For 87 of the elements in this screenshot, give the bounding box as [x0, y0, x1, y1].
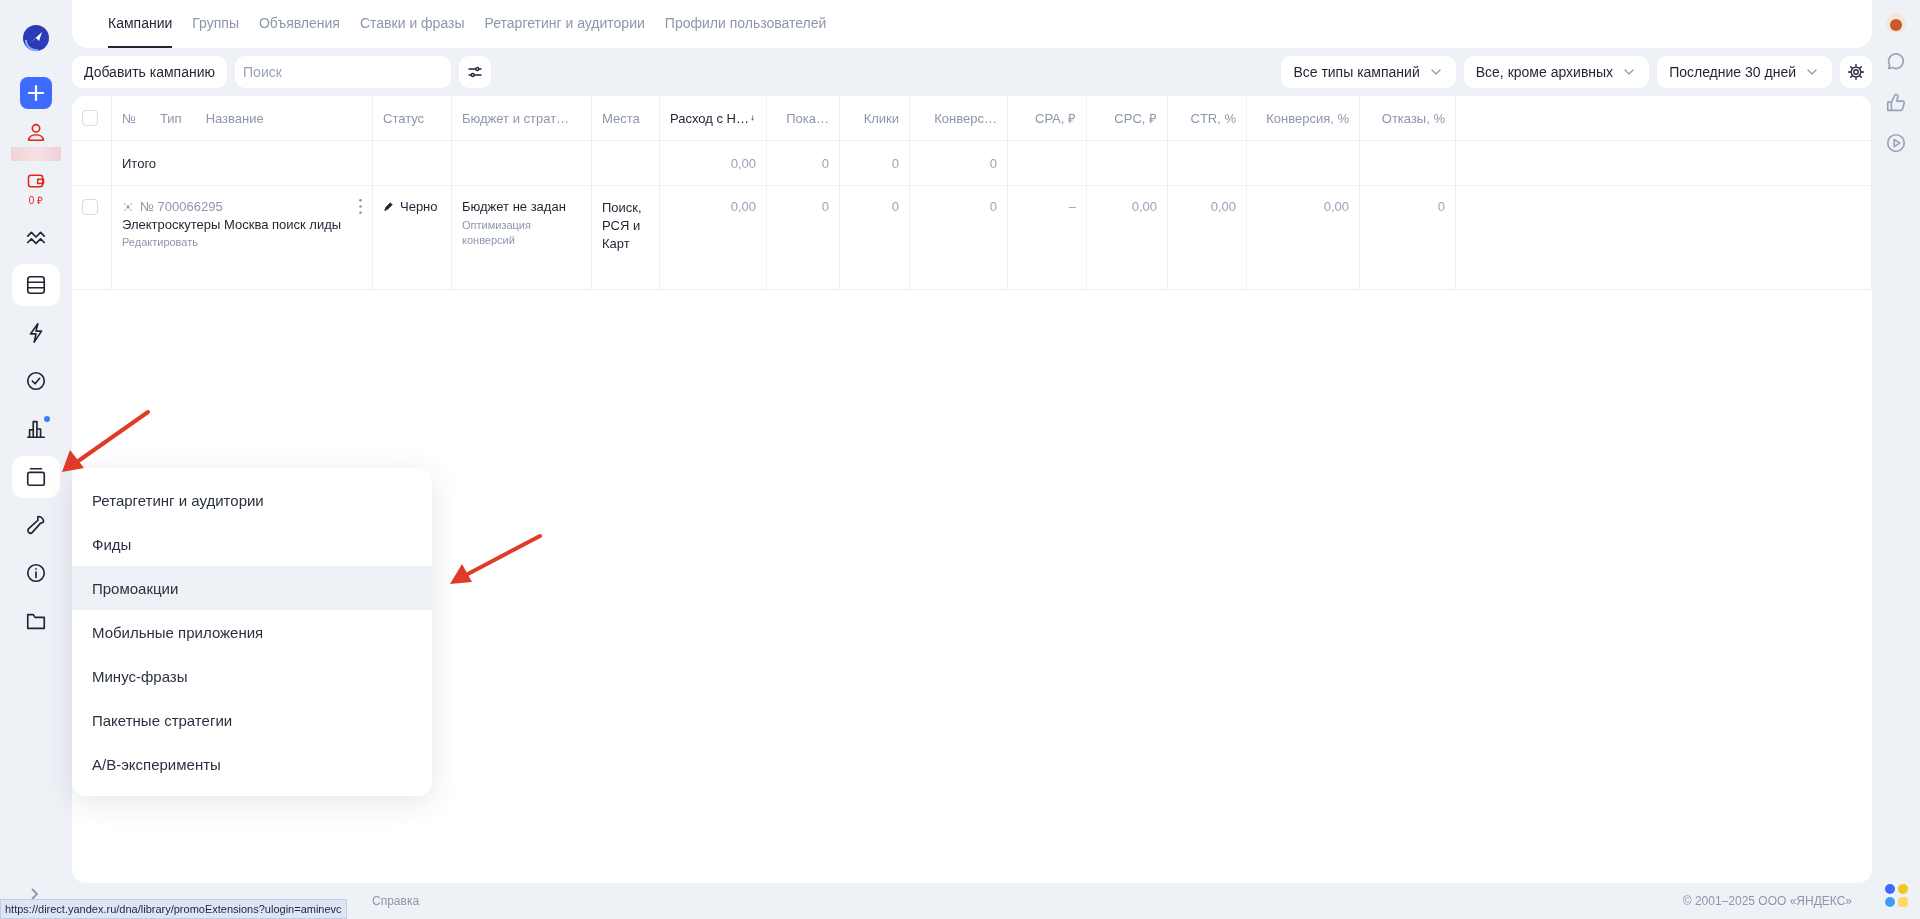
table-cell: – — [1068, 199, 1076, 214]
wrench-icon — [25, 514, 47, 536]
table-icon — [25, 274, 47, 296]
menu-item[interactable]: Пакетные стратегии — [72, 698, 432, 742]
column-header[interactable]: Тип — [159, 110, 182, 126]
column-header[interactable]: Конверсия, % — [1266, 110, 1349, 126]
settings-button[interactable] — [1840, 56, 1872, 88]
table-cell: 0 — [821, 199, 829, 214]
more-icon — [359, 199, 362, 214]
blurred-name — [11, 147, 61, 161]
bar-chart-icon — [25, 418, 47, 440]
sidebar-item[interactable] — [12, 264, 60, 306]
thumbs-up-icon — [1885, 92, 1907, 114]
wallet-icon — [26, 171, 46, 191]
column-header[interactable]: Бюджет и страт… — [462, 110, 570, 126]
filter-dropdown[interactable]: Последние 30 дней — [1657, 56, 1832, 88]
logo-icon[interactable] — [22, 24, 50, 52]
column-header[interactable]: CPA, ₽ — [1035, 109, 1076, 127]
tab[interactable]: Объявления — [258, 0, 340, 48]
menu-item[interactable]: Мобильные приложения — [72, 610, 432, 654]
menu-item[interactable]: Ретаргетинг и аудитории — [72, 478, 432, 522]
sidebar-item[interactable]: 0 ₽ — [12, 168, 60, 210]
footer-link[interactable]: Справка — [372, 894, 420, 908]
table-cell: 0 — [821, 155, 829, 171]
column-header[interactable]: Пока… — [786, 110, 829, 126]
tab[interactable]: Группы — [192, 0, 239, 48]
add-campaign-button[interactable]: Добавить кампанию — [72, 56, 228, 88]
copyright-text: © 2001–2025 ООО «ЯНДЕКС» — [1682, 894, 1852, 908]
column-header[interactable]: № — [122, 110, 136, 126]
table-cell: 0,00 — [1323, 199, 1349, 214]
strategy-text: Оптимизация конверсий — [462, 218, 532, 248]
status-text: Черно — [400, 199, 438, 214]
column-header[interactable]: CTR, % — [1190, 110, 1236, 126]
plus-icon — [20, 77, 52, 109]
column-header[interactable]: Места — [602, 110, 640, 126]
pencil-icon — [383, 201, 394, 212]
stacked-card-icon — [25, 466, 47, 488]
column-header[interactable]: Статус — [383, 110, 425, 126]
column-header[interactable]: Название — [205, 110, 264, 126]
tab[interactable]: Профили пользователей — [664, 0, 827, 48]
column-header[interactable]: Конверс… — [934, 110, 997, 126]
budget-text: Бюджет не задан — [462, 199, 567, 214]
menu-item[interactable]: Фиды — [72, 522, 432, 566]
column-header[interactable]: CPC, ₽ — [1114, 109, 1157, 127]
campaign-name[interactable]: Электроскутеры Москва поиск лиды — [122, 216, 362, 234]
edit-link[interactable]: Редактировать — [122, 236, 359, 248]
chevron-right-icon[interactable] — [30, 887, 40, 901]
search-field[interactable]: Поиск — [235, 56, 452, 88]
menu-item[interactable]: A/B-эксперименты — [72, 742, 432, 786]
column-header[interactable]: Клики — [863, 110, 899, 126]
notification-dot — [44, 416, 50, 422]
tab[interactable]: Ретаргетинг и аудитории — [484, 0, 645, 48]
info-icon — [25, 562, 47, 584]
play-icon — [1885, 132, 1907, 154]
filter-dropdown[interactable]: Все типы кампаний — [1281, 56, 1456, 88]
status-url: https://direct.yandex.ru/dna/library/promoExtensions?ulogin=aminevc — [0, 899, 347, 919]
table-cell: 0 — [989, 155, 997, 171]
balance-label: 0 ₽ — [28, 194, 44, 207]
table-cell: 0,00 — [1131, 199, 1157, 214]
avatar-icon[interactable] — [1885, 12, 1907, 34]
app-icons-drawing[interactable] — [1884, 884, 1908, 907]
column-header[interactable]: Отказы, % — [1381, 110, 1445, 126]
tab[interactable]: Кампании — [108, 0, 173, 48]
checkbox[interactable] — [82, 110, 98, 126]
table-cell: 0 — [891, 155, 899, 171]
user-icon — [25, 121, 47, 143]
check-circle-icon — [25, 370, 47, 392]
table-cell: 0 — [989, 199, 997, 214]
table-cell: 0,00 — [1210, 199, 1236, 214]
menu-item[interactable]: Промоакции — [72, 566, 432, 610]
filter-dropdown[interactable]: Все, кроме архивных — [1463, 56, 1650, 88]
table-cell: 0,00 — [730, 199, 756, 214]
table-cell: 0,00 — [730, 155, 756, 171]
places-text: Поиск, РСЯ и Карт — [602, 199, 643, 253]
menu-item[interactable]: Минус-фразы — [72, 654, 432, 698]
campaign-number: № 700066295 — [140, 199, 223, 214]
sidebar-item[interactable] — [12, 456, 60, 498]
table-cell: 0 — [891, 199, 899, 214]
tab[interactable]: Ставки и фразы — [359, 0, 465, 48]
filter-button[interactable] — [459, 56, 492, 88]
table-cell: 0 — [1437, 199, 1445, 214]
sort-arrow-icon — [748, 112, 756, 124]
column-header[interactable]: Расход с Н… — [670, 110, 749, 126]
total-label: Итого — [122, 155, 157, 171]
checkbox[interactable] — [82, 199, 98, 215]
settings-icon — [1847, 63, 1865, 81]
campaign-type-icon — [122, 200, 134, 213]
